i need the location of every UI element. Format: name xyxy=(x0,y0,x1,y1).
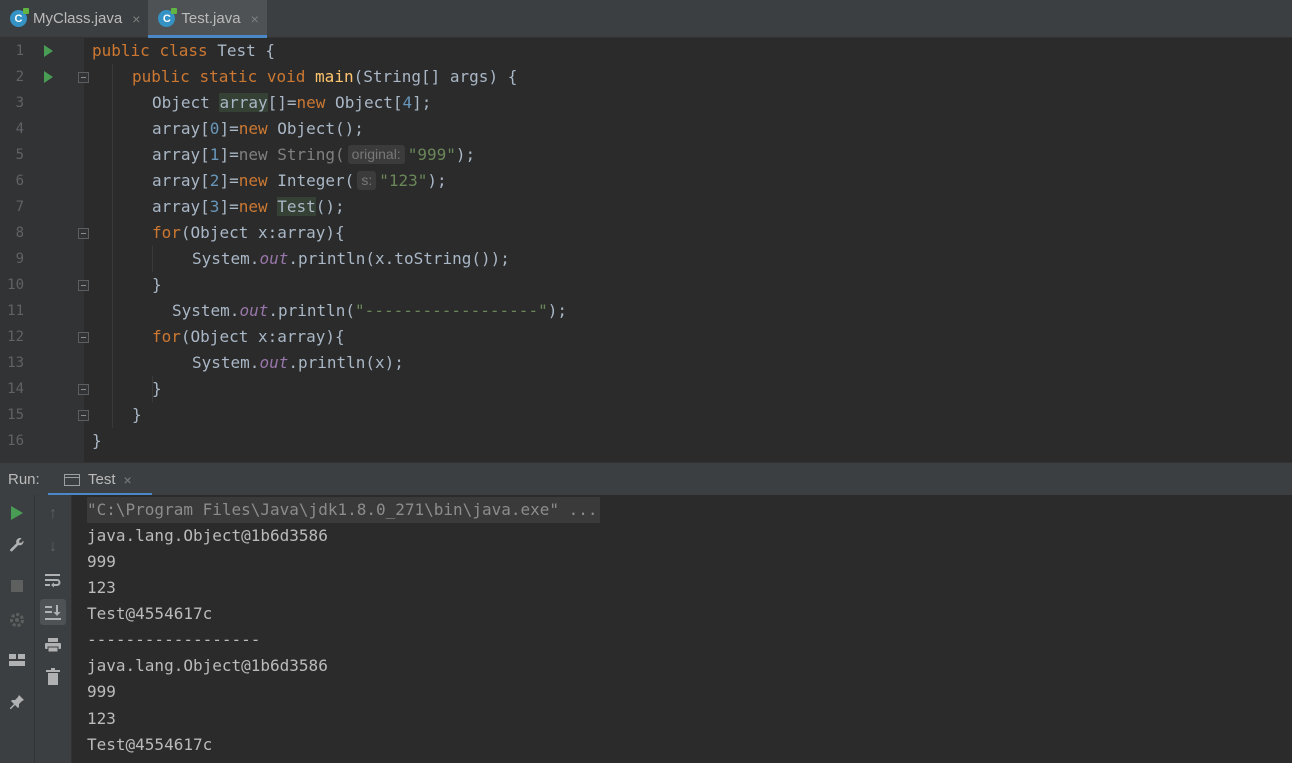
code-line-4: array[0]=new Object(); xyxy=(152,119,364,138)
code-line-16: } xyxy=(92,431,102,450)
run-panel-header: Run: Test × xyxy=(0,462,1292,496)
modify-run-config-button[interactable] xyxy=(4,532,30,558)
arrow-up-icon: ↑ xyxy=(49,505,57,522)
console-line: java.lang.Object@1b6d3586 xyxy=(87,656,328,675)
soft-wrap-button[interactable] xyxy=(40,567,66,593)
console-line: Test@4554617c xyxy=(87,735,213,754)
code-line-15: } xyxy=(132,405,142,424)
wrench-icon xyxy=(10,537,24,552)
soft-wrap-icon xyxy=(45,574,61,588)
layout-button[interactable] xyxy=(4,647,30,673)
line-number: 12 xyxy=(7,329,24,345)
code-line-3: Object array[]=new Object[4]; xyxy=(152,93,432,112)
run-gutter-icon[interactable] xyxy=(44,71,53,83)
java-class-icon: C xyxy=(158,8,178,27)
tab-label: Test.java xyxy=(181,10,241,27)
line-number: 4 xyxy=(15,121,24,137)
code-line-10: } xyxy=(152,275,162,294)
pin-button[interactable] xyxy=(4,689,30,715)
line-number: 13 xyxy=(7,355,24,371)
code-line-14: } xyxy=(152,379,162,398)
code-line-8: for(Object x:array){ xyxy=(152,223,345,242)
code-line-9: System.out.println(x.toString()); xyxy=(192,249,510,268)
line-number: 7 xyxy=(15,199,24,215)
up-button[interactable]: ↑ xyxy=(40,501,66,527)
line-number: 16 xyxy=(7,433,24,449)
console-icon xyxy=(64,473,80,486)
trash-icon xyxy=(46,668,60,685)
stop-icon xyxy=(11,580,23,592)
editor-gutter: 1 2 3 4 5 6 7 8 9 10 11 12 13 14 15 16 xyxy=(0,38,89,462)
close-icon[interactable]: × xyxy=(132,11,140,27)
scroll-to-end-button[interactable] xyxy=(40,599,66,625)
tab-test-java[interactable]: C Test.java × xyxy=(148,0,268,38)
run-tab-test[interactable]: Test × xyxy=(48,463,152,496)
console-line: 123 xyxy=(87,709,116,728)
gear-icon xyxy=(10,613,24,627)
line-number: 14 xyxy=(7,381,24,397)
line-number: 6 xyxy=(15,173,24,189)
code-line-2: public static void main(String[] args) { xyxy=(132,67,518,86)
line-number: 1 xyxy=(15,43,24,59)
console-line: ------------------ xyxy=(87,630,261,649)
fold-icon[interactable] xyxy=(78,72,89,83)
code-line-13: System.out.println(x); xyxy=(192,353,404,372)
run-panel-label: Run: xyxy=(8,470,40,488)
code-line-5: array[1]=new String(original: "999"); xyxy=(152,145,476,164)
console-line: 999 xyxy=(87,552,116,571)
console-line: 123 xyxy=(87,578,116,597)
down-button[interactable]: ↓ xyxy=(40,534,66,560)
close-icon[interactable]: × xyxy=(251,11,259,27)
fold-icon[interactable] xyxy=(78,410,89,421)
line-number: 8 xyxy=(15,225,24,241)
console-output[interactable]: "C:\Program Files\Java\jdk1.8.0_271\bin\… xyxy=(72,495,1292,763)
code-line-12: for(Object x:array){ xyxy=(152,327,345,346)
fold-icon[interactable] xyxy=(78,384,89,395)
line-number: 11 xyxy=(7,303,24,319)
code-area[interactable]: public class Test { public static void m… xyxy=(92,38,1292,462)
console-line: Test@4554617c xyxy=(87,604,213,623)
tab-label: MyClass.java xyxy=(33,10,123,27)
clear-all-button[interactable] xyxy=(40,664,66,690)
fold-icon[interactable] xyxy=(78,228,89,239)
code-editor[interactable]: 1 2 3 4 5 6 7 8 9 10 11 12 13 14 15 16 p… xyxy=(0,38,1292,462)
fold-icon[interactable] xyxy=(78,280,89,291)
debug-settings-button[interactable] xyxy=(4,607,30,633)
line-number: 5 xyxy=(15,147,24,163)
run-gutter-icon[interactable] xyxy=(44,45,53,57)
layout-icon xyxy=(9,654,25,666)
line-number: 2 xyxy=(15,69,24,85)
console-line: java.lang.Object@1b6d3586 xyxy=(87,526,328,545)
code-line-11: System.out.println("------------------")… xyxy=(172,301,567,320)
print-icon xyxy=(45,638,61,653)
line-number: 3 xyxy=(15,95,24,111)
line-number: 9 xyxy=(15,251,24,267)
stop-button[interactable] xyxy=(4,573,30,599)
scroll-to-end-icon xyxy=(45,605,61,620)
close-icon[interactable]: × xyxy=(124,472,132,488)
code-line-6: array[2]=new Integer(s: "123"); xyxy=(152,171,447,190)
pin-icon xyxy=(10,695,24,709)
rerun-button[interactable] xyxy=(4,500,30,526)
code-line-7: array[3]=new Test(); xyxy=(152,197,345,216)
console-toolbar: ↑ ↓ xyxy=(35,495,72,763)
arrow-down-icon: ↓ xyxy=(49,538,57,555)
parameter-hint: original: xyxy=(347,145,405,164)
java-class-icon: C xyxy=(10,8,29,27)
console-line: 999 xyxy=(87,682,116,701)
play-icon xyxy=(11,506,23,520)
run-tab-label: Test xyxy=(88,471,116,488)
code-line-1: public class Test { xyxy=(92,41,276,60)
tab-myclass-java[interactable]: C MyClass.java × xyxy=(0,0,148,37)
line-number: 10 xyxy=(7,277,24,293)
editor-tab-bar: C MyClass.java × C Test.java × xyxy=(0,0,1292,38)
line-number: 15 xyxy=(7,407,24,423)
run-toolbar xyxy=(0,495,35,763)
parameter-hint: s: xyxy=(357,171,377,190)
fold-icon[interactable] xyxy=(78,332,89,343)
console-command-line: "C:\Program Files\Java\jdk1.8.0_271\bin\… xyxy=(87,497,600,523)
print-button[interactable] xyxy=(40,632,66,658)
